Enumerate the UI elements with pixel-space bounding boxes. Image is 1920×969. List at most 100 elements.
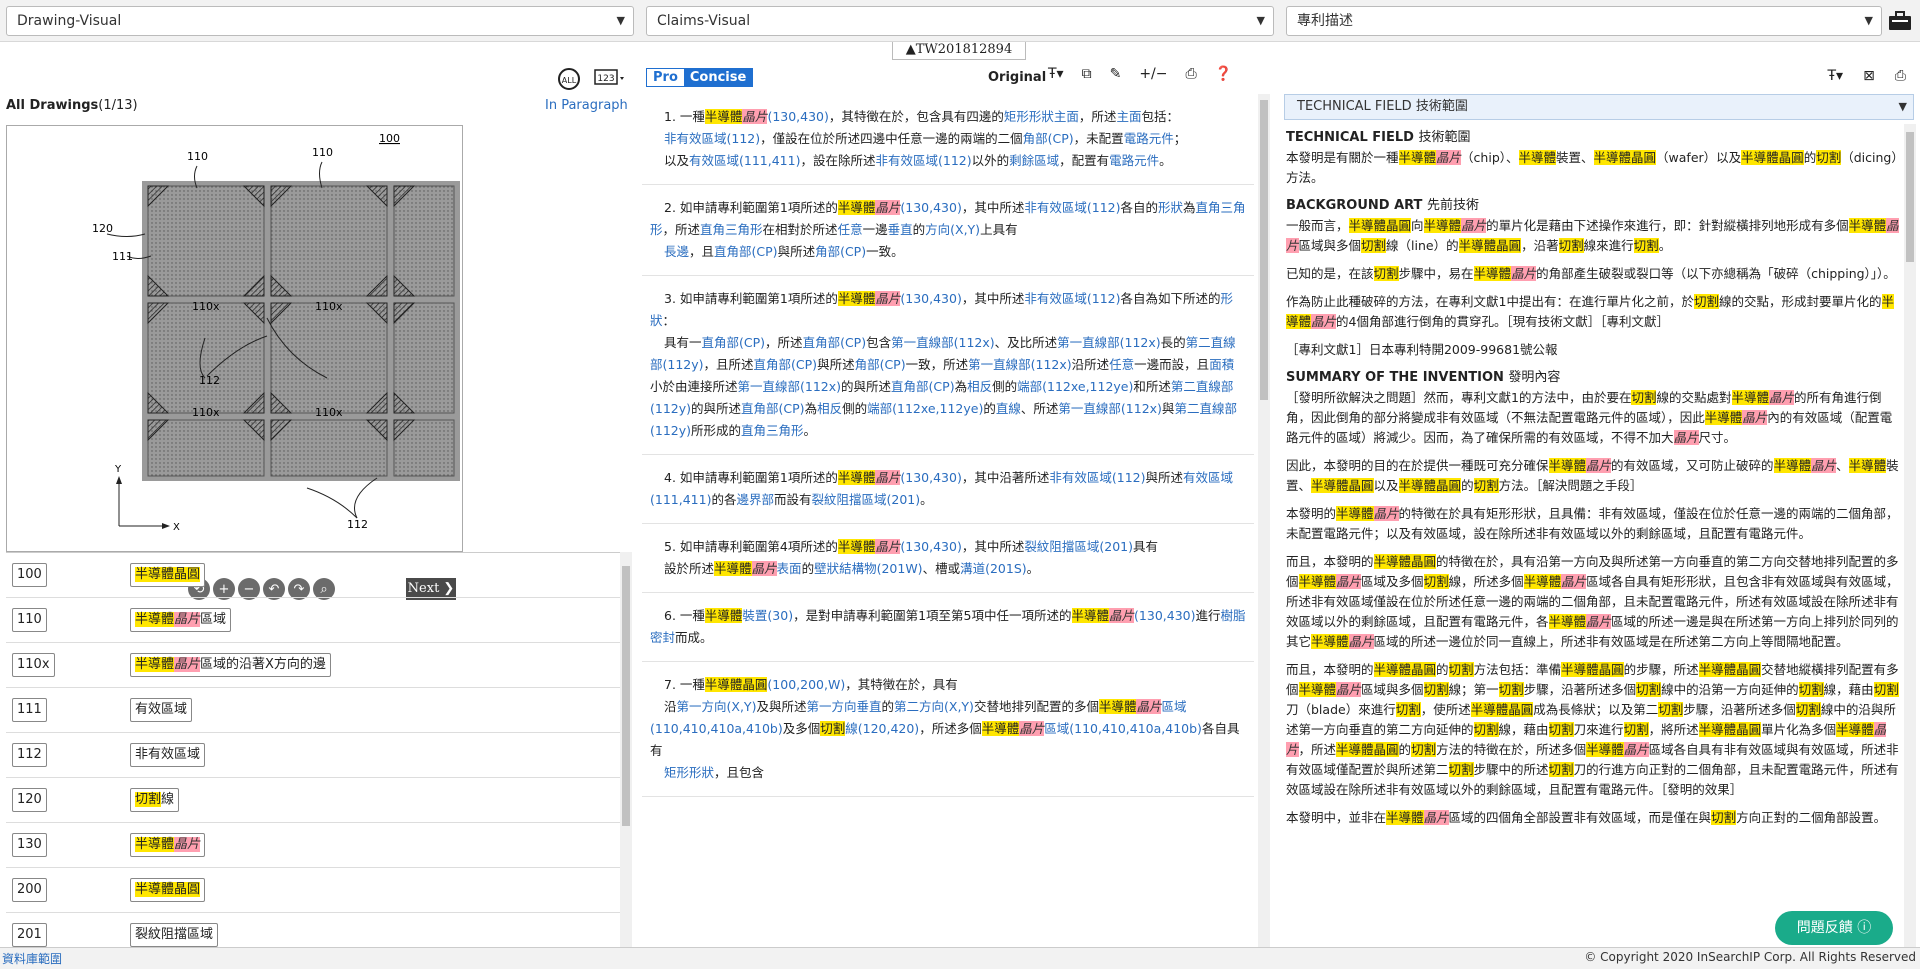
- chevron-down-icon: ▼: [616, 14, 625, 27]
- claim-2: 2. 如申請專利範圍第1項所述的半導體晶片(130,430)，其中所述非有效區域…: [642, 185, 1254, 276]
- legend-number: 111: [12, 698, 47, 722]
- pen-icon[interactable]: ✎: [1110, 66, 1122, 82]
- ref-110: 110: [312, 146, 333, 159]
- legend-term-part: 晶片: [174, 612, 201, 627]
- claim-6: 6. 一種半導體裝置(30)，是對申請專利範圍第1項至第5項中任一項所述的半導體…: [642, 593, 1254, 662]
- legend-row[interactable]: 110x 半導體晶片區域的沿著X方向的邊: [6, 643, 620, 688]
- legend-term-part: 裂紋阻擋區域: [135, 927, 214, 942]
- description-panel: Ŧ▾ ⊠ ⎙ TECHNICAL FIELD 技術範圍 ▼ TECHNICAL F…: [1282, 60, 1920, 947]
- wafer-drawing: 100 110 110 120 111 110x 110x 110x 110x …: [92, 132, 460, 533]
- description-scrollbar[interactable]: [1904, 124, 1916, 947]
- legend-term: 半導體晶圓: [130, 563, 206, 587]
- legend-row[interactable]: 111 有效區域: [6, 688, 620, 733]
- original-toggle[interactable]: Original: [988, 70, 1046, 85]
- help-icon[interactable]: ❓: [1215, 66, 1232, 82]
- all-icon[interactable]: ALL: [556, 66, 582, 92]
- axis-x-label: X: [173, 522, 180, 533]
- ref-112: 112: [347, 518, 368, 531]
- claim-4: 4. 如申請專利範圍第1項所述的半導體晶片(130,430)，其中沿著所述非有效…: [642, 455, 1254, 524]
- feedback-button[interactable]: 問題反饋 ⓘ: [1775, 911, 1893, 945]
- claim-7: 7. 一種半導體晶圓(100,200,W)，其特徵在於，具有 沿第一方向(X,Y…: [642, 662, 1254, 797]
- legend-row[interactable]: 201 裂紋阻擋區域: [6, 913, 620, 947]
- legend-number: 112: [12, 743, 47, 767]
- legend-term: 非有效區域: [130, 743, 206, 767]
- legend-scrollbar[interactable]: [620, 552, 632, 947]
- pro-tab[interactable]: Pro: [647, 69, 684, 86]
- legend-number: 201: [12, 923, 47, 947]
- top-toolbar: Drawing-Visual ▼ Claims-Visual ▼ 專利描述 ▼: [0, 0, 1920, 42]
- legend-term: 半導體晶片: [130, 833, 206, 857]
- font-size-icon[interactable]: Ŧ▾: [1827, 68, 1843, 84]
- legend-number: 110: [12, 608, 47, 632]
- claims-toolbar: Ŧ▾ ⧉ ✎ +/− ⎙ ❓: [1048, 66, 1232, 82]
- database-scope-link[interactable]: 資料庫範圍: [2, 950, 62, 967]
- drawing-viewer[interactable]: 100 110 110 120 111 110x 110x 110x 110x …: [6, 125, 463, 552]
- plus-minus-icon[interactable]: +/−: [1139, 66, 1167, 82]
- legend-term: 半導體晶片區域: [130, 608, 232, 632]
- legend-term-part: 線: [161, 792, 175, 807]
- description-text: TECHNICAL FIELD 技術範圍 本發明是有關於一種半導體晶片（chip…: [1286, 130, 1899, 825]
- legend-number: 100: [12, 563, 47, 587]
- claim-5: 5. 如申請專利範圍第4項所述的半導體晶片(130,430)，其中所述裂紋阻擋區…: [642, 524, 1254, 593]
- font-size-icon[interactable]: Ŧ▾: [1048, 66, 1064, 82]
- legend-term: 切割線: [130, 788, 180, 812]
- claims-panel: Pro Concise Original Ŧ▾ ⧉ ✎ +/− ⎙ ❓ 1. 一…: [642, 60, 1274, 947]
- ref-110x: 110x: [315, 300, 343, 313]
- print-icon[interactable]: ⎙: [1186, 66, 1197, 82]
- legend-term: 半導體晶圓: [130, 878, 206, 902]
- legend-row[interactable]: 100 半導體晶圓: [6, 553, 620, 598]
- chip-cells: [147, 185, 455, 477]
- right-view-select[interactable]: 專利描述 ▼: [1286, 6, 1882, 36]
- legend-row[interactable]: 112 非有效區域: [6, 733, 620, 778]
- ref-110x: 110x: [192, 406, 220, 419]
- legend-term-part: 晶片: [174, 837, 201, 852]
- legend-row[interactable]: 120 切割線: [6, 778, 620, 823]
- footer: 資料庫範圍 © Copyright 2020 InSearchIP Corp. …: [0, 947, 1920, 969]
- toolbox-icon[interactable]: [1886, 8, 1914, 34]
- in-paragraph-link[interactable]: In Paragraph: [545, 98, 628, 113]
- legend-term-part: 區域的沿著X方向的邊: [200, 657, 326, 672]
- legend-term-part: 區域: [200, 612, 227, 627]
- svg-text:123: 123: [597, 74, 614, 84]
- legend-row[interactable]: 200 半導體晶圓: [6, 868, 620, 913]
- axis-y-label: Y: [114, 464, 122, 475]
- legend-row[interactable]: 130 半導體晶片: [6, 823, 620, 868]
- legend-term-part: 半導體晶圓: [135, 882, 201, 897]
- ref-120: 120: [92, 222, 113, 235]
- print-icon[interactable]: ⎙: [1895, 68, 1906, 84]
- copy-icon[interactable]: ⧉: [1082, 66, 1092, 82]
- chevron-down-icon: ▼: [1898, 100, 1907, 113]
- patent-number-tab[interactable]: ▲TW201812894: [892, 42, 1026, 60]
- claims-list: 1. 一種半導體晶片(130,430)，其特徵在於，包含具有四邊的矩形形狀主面，…: [642, 94, 1254, 947]
- legend-term-part: 有效區域: [135, 702, 188, 717]
- left-view-select[interactable]: Drawing-Visual ▼: [6, 6, 634, 36]
- section-select[interactable]: TECHNICAL FIELD 技術範圍 ▼: [1284, 94, 1914, 120]
- legend-number: 200: [12, 878, 47, 902]
- chevron-down-icon: ▼: [1256, 14, 1265, 27]
- drawings-panel: ALL 123 All Drawings(1/13) In Paragraph: [0, 60, 640, 947]
- legend-term: 半導體晶片區域的沿著X方向的邊: [130, 653, 331, 677]
- legend-term-part: 半導體: [135, 837, 175, 852]
- ref-110x: 110x: [315, 406, 343, 419]
- claims-scrollbar[interactable]: [1258, 94, 1270, 947]
- legend-term-part: 半導體: [135, 657, 175, 672]
- ref-111: 111: [112, 250, 133, 263]
- legend-term-part: 非有效區域: [135, 747, 201, 762]
- legend-term-part: 切割: [135, 792, 162, 807]
- reference-legend: 100 半導體晶圓 110 半導體晶片區域 110x 半導體晶片區域的沿著X方向的邊 111…: [6, 552, 620, 947]
- middle-view-select[interactable]: Claims-Visual ▼: [646, 6, 1274, 36]
- legend-term-part: 半導體晶圓: [135, 567, 201, 582]
- numbering-icon[interactable]: 123: [592, 66, 628, 92]
- legend-number: 110x: [12, 653, 55, 677]
- legend-number: 120: [12, 788, 47, 812]
- chevron-down-icon: ▼: [1864, 14, 1873, 27]
- concise-tab[interactable]: Concise: [683, 69, 753, 86]
- legend-row[interactable]: 110 半導體晶片區域: [6, 598, 620, 643]
- no-image-icon[interactable]: ⊠: [1863, 68, 1875, 84]
- svg-text:ALL: ALL: [562, 76, 577, 85]
- legend-term-part: 半導體: [135, 612, 175, 627]
- legend-term-part: 晶片: [174, 657, 201, 672]
- copyright: © Copyright 2020 InSearchIP Corp. All Ri…: [1584, 950, 1916, 964]
- legend-number: 130: [12, 833, 47, 857]
- description-toolbar: Ŧ▾ ⊠ ⎙: [1827, 68, 1906, 84]
